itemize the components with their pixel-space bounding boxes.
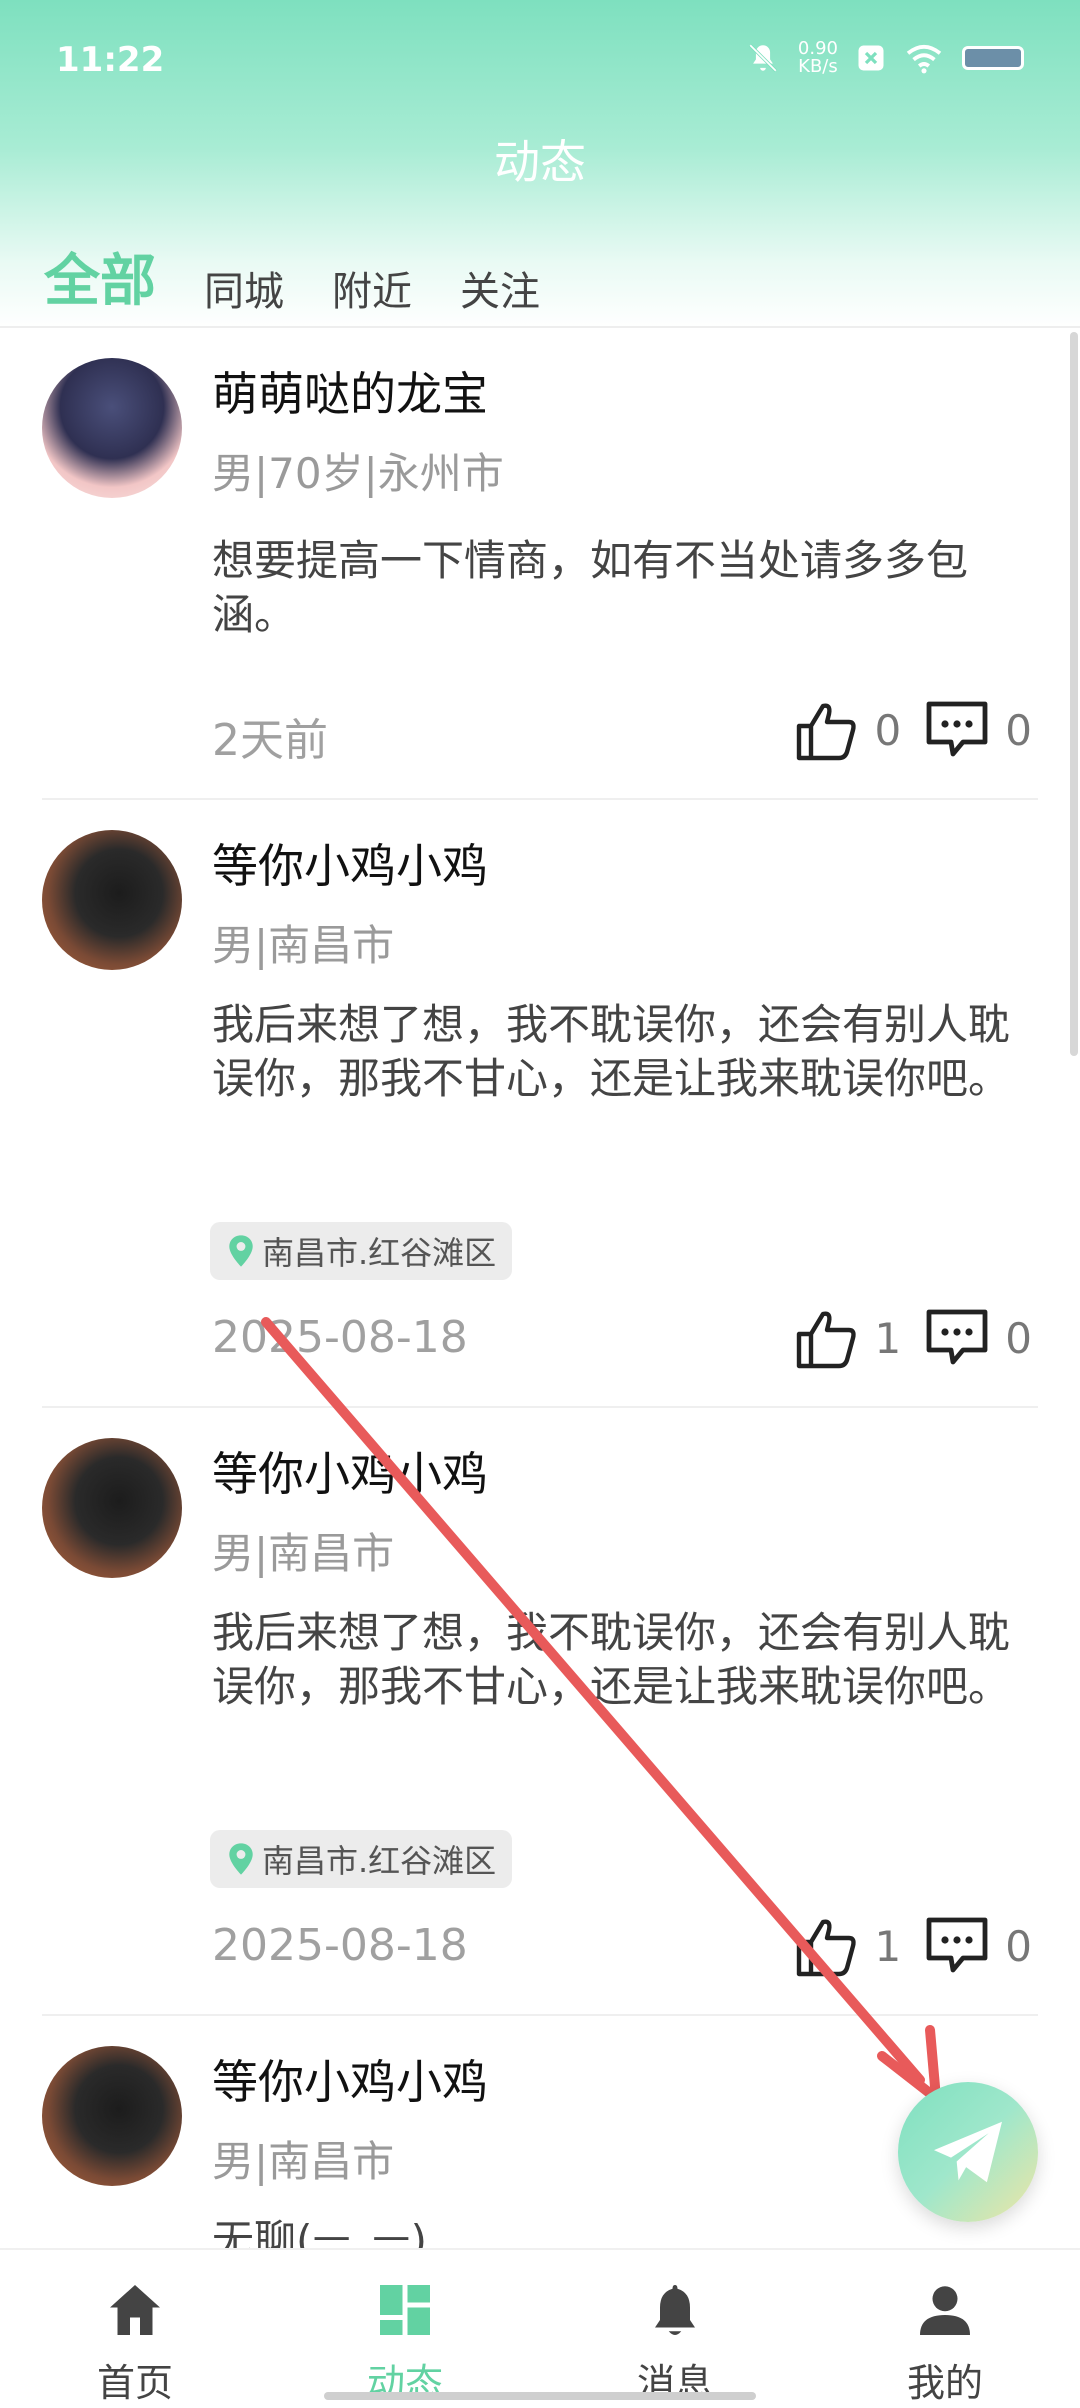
tab-nearby[interactable]: 附近 bbox=[332, 259, 412, 317]
post-author-meta: 男|南昌市 bbox=[212, 2137, 395, 2186]
location-pin-icon bbox=[229, 1843, 253, 1875]
avatar[interactable] bbox=[42, 2046, 182, 2186]
like-count: 1 bbox=[874, 1921, 902, 1971]
post-author-name[interactable]: 萌萌哒的龙宝 bbox=[212, 358, 488, 424]
publish-button[interactable] bbox=[898, 2082, 1038, 2222]
like-icon[interactable] bbox=[793, 698, 861, 762]
nav-feed[interactable]: 动态 bbox=[270, 2250, 540, 2408]
post-content: 我后来想了想，我不耽误你，还会有别人耽误你，那我不甘心，还是让我来耽误你吧。 bbox=[212, 1000, 1011, 1103]
location-pin-icon bbox=[229, 1235, 253, 1267]
comment-icon[interactable] bbox=[923, 1914, 991, 1978]
network-speed: 0.90 KB/s bbox=[797, 38, 838, 77]
comment-icon[interactable] bbox=[923, 1306, 991, 1370]
post-actions: 1 0 bbox=[793, 1914, 1032, 1978]
avatar[interactable] bbox=[42, 358, 182, 498]
post-divider bbox=[42, 1406, 1038, 1408]
post-author-name[interactable]: 等你小鸡小鸡 bbox=[212, 830, 488, 896]
tab-same-city[interactable]: 同城 bbox=[204, 259, 284, 317]
location-text: 南昌市.红谷滩区 bbox=[262, 1234, 497, 1272]
post-author-name[interactable]: 等你小鸡小鸡 bbox=[212, 2046, 488, 2112]
page-title: 动态 bbox=[494, 135, 586, 189]
comment-count: 0 bbox=[1005, 1313, 1032, 1363]
scrollbar[interactable] bbox=[1070, 332, 1078, 1056]
home-icon bbox=[110, 2285, 160, 2335]
bottom-nav: 首页 动态 消息 我的 bbox=[0, 2248, 1080, 2408]
nav-home[interactable]: 首页 bbox=[0, 2250, 270, 2408]
sim-icon bbox=[858, 45, 884, 71]
status-bar: 11:22 0.90 KB/s bbox=[0, 0, 1080, 120]
like-count: 1 bbox=[874, 1313, 902, 1363]
feed-list[interactable]: 萌萌哒的龙宝 男|70岁|永州市 想要提高一下情商，如有不当处请多多包涵。 2天… bbox=[0, 328, 1080, 2248]
nav-label: 首页 bbox=[96, 2361, 173, 2405]
post-content: 想要提高一下情商，如有不当处请多多包涵。 bbox=[212, 536, 969, 639]
nav-messages[interactable]: 消息 bbox=[540, 2250, 810, 2408]
comment-count: 0 bbox=[1005, 1921, 1032, 1971]
location-tag[interactable]: 南昌市.红谷滩区 bbox=[210, 1222, 513, 1280]
mute-icon bbox=[748, 44, 777, 72]
post-actions: 0 0 bbox=[793, 698, 1032, 762]
post-author-meta: 男|南昌市 bbox=[212, 921, 395, 970]
bell-icon bbox=[655, 2285, 695, 2335]
screen: 11:22 0.90 KB/s 动态 全部 同城 附近 关注 萌萌哒的龙宝 男|… bbox=[0, 0, 1080, 2408]
location-tag[interactable]: 南昌市.红谷滩区 bbox=[210, 1830, 513, 1888]
avatar[interactable] bbox=[42, 1438, 182, 1578]
like-icon[interactable] bbox=[793, 1914, 861, 1978]
tab-bar: 全部 同城 附近 关注 bbox=[44, 236, 588, 317]
avatar[interactable] bbox=[42, 830, 182, 970]
status-icons: 0.90 KB/s bbox=[746, 40, 1024, 76]
header: 11:22 0.90 KB/s 动态 全部 同城 附近 关注 bbox=[0, 0, 1080, 328]
post-author-meta: 男|南昌市 bbox=[212, 1529, 395, 1578]
comment-count: 0 bbox=[1005, 705, 1032, 755]
wifi-icon bbox=[906, 44, 942, 74]
post-time: 2天前 bbox=[212, 715, 328, 766]
tab-all[interactable]: 全部 bbox=[44, 236, 156, 317]
status-time: 11:22 bbox=[56, 40, 165, 80]
post-divider bbox=[42, 798, 1038, 800]
send-icon bbox=[934, 2121, 1002, 2183]
like-icon[interactable] bbox=[793, 1306, 861, 1370]
like-count: 0 bbox=[874, 705, 902, 755]
nav-profile[interactable]: 我的 bbox=[810, 2250, 1080, 2408]
comment-icon[interactable] bbox=[923, 698, 991, 762]
grid-icon bbox=[380, 2285, 430, 2335]
post-time: 2025-08-18 bbox=[212, 1920, 468, 1971]
post-divider bbox=[42, 2014, 1038, 2016]
nav-label: 我的 bbox=[906, 2361, 983, 2405]
person-icon bbox=[920, 2286, 970, 2335]
post-author-meta: 男|70岁|永州市 bbox=[212, 449, 504, 498]
post-actions: 1 0 bbox=[793, 1306, 1032, 1370]
home-indicator[interactable] bbox=[324, 2392, 756, 2400]
tab-following[interactable]: 关注 bbox=[460, 259, 540, 317]
battery-icon bbox=[962, 46, 1024, 70]
post-content: 我后来想了想，我不耽误你，还会有别人耽误你，那我不甘心，还是让我来耽误你吧。 bbox=[212, 1608, 1011, 1711]
post-content: 无聊(ㅡ_ㅡ) bbox=[212, 2216, 428, 2248]
location-text: 南昌市.红谷滩区 bbox=[262, 1842, 497, 1880]
post-time: 2025-08-18 bbox=[212, 1312, 468, 1363]
post-author-name[interactable]: 等你小鸡小鸡 bbox=[212, 1438, 488, 1504]
